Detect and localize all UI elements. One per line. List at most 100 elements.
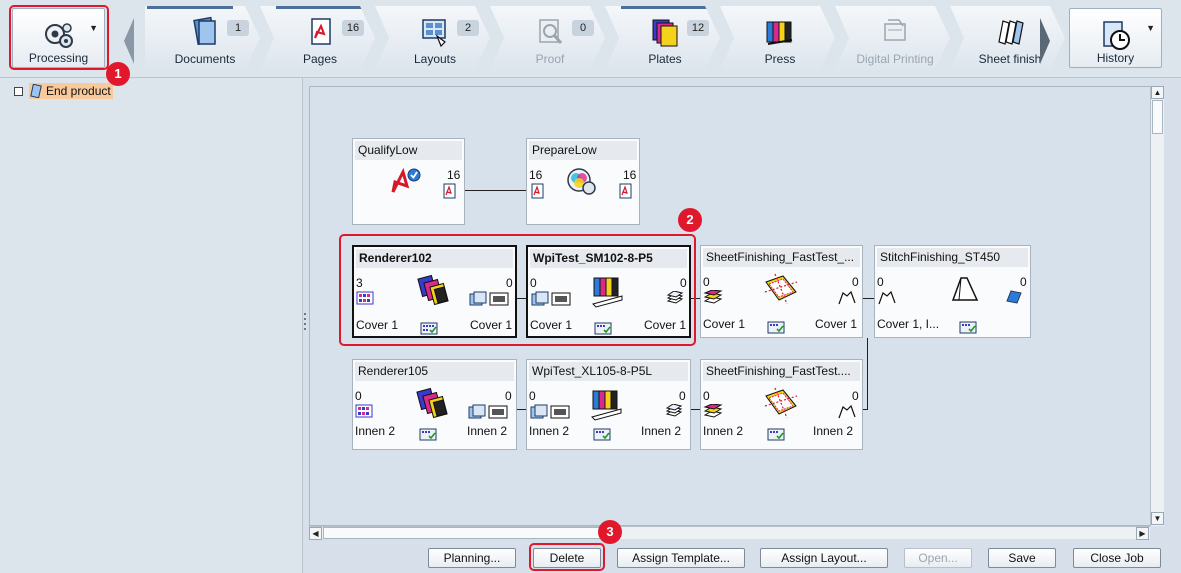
save-button[interactable]: Save (988, 548, 1056, 568)
plates-output-icon (468, 404, 508, 419)
status-ok-icon (767, 321, 785, 334)
close-job-button[interactable]: Close Job (1073, 548, 1161, 568)
horizontal-scroll-thumb[interactable] (323, 527, 613, 539)
tab-label: Plates (648, 52, 682, 66)
history-dropdown-caret-icon[interactable]: ▼ (1146, 23, 1155, 33)
highlight-delete (529, 543, 605, 571)
tab-label: Documents (174, 52, 236, 66)
sheet-stack-icon (665, 404, 683, 417)
process-node-sheetfinishing-1[interactable]: SheetFinishing_FastTest_... 0 0 Cover 1 … (700, 245, 863, 338)
node-out-count: 0 (852, 389, 859, 403)
scroll-down-icon[interactable]: ▼ (1151, 512, 1164, 525)
tab-label: Layouts (413, 52, 457, 66)
folded-sheet-icon (838, 404, 856, 419)
tab-layouts[interactable]: 2 Layouts (375, 6, 490, 70)
tab-press[interactable]: Press (720, 6, 835, 70)
tab-label: Proof (535, 52, 565, 66)
history-button[interactable]: ▼ History (1069, 8, 1162, 68)
assign-template-button[interactable]: Assign Template... (617, 548, 745, 568)
node-title: StitchFinishing_ST450 (877, 248, 1028, 267)
node-in-count: 0 (703, 389, 710, 403)
horizontal-scrollbar[interactable]: ◀ ▶ (309, 526, 1150, 540)
process-node-sheetfinishing-2[interactable]: SheetFinishing_FastTest.... 0 0 Innen 2 … (700, 359, 863, 450)
planning-button[interactable]: Planning... (428, 548, 516, 568)
node-in-count: 0 (355, 389, 362, 403)
tab-label: Pages (302, 52, 338, 66)
sheet-fold-icon (764, 387, 798, 419)
process-node-stitchfinishing[interactable]: StitchFinishing_ST450 0 0 Cover 1, I... (874, 245, 1031, 338)
tab-count-badge: 0 (572, 20, 594, 36)
nav-right-arrow-icon[interactable] (1036, 12, 1054, 70)
connector-line (464, 190, 526, 191)
sheet-stack-icon (703, 290, 723, 304)
process-node-wpitest-xl105[interactable]: WpiTest_XL105-8-P5L 0 0 Innen 2 Innen 2 (526, 359, 691, 450)
color-prepare-icon (567, 168, 596, 195)
splitter-grip[interactable] (303, 310, 307, 334)
pdf-qualify-icon (391, 167, 421, 193)
node-in-count: 0 (877, 275, 884, 289)
main-toolbar: ▼ Processing 1 Documents 16 Pages 2 Layo… (0, 0, 1181, 78)
product-tree-panel: End product (0, 78, 303, 573)
tab-proof[interactable]: 0 Proof (490, 6, 605, 70)
tree-item-selection[interactable]: End product (29, 83, 113, 99)
node-in-count: 0 (529, 389, 536, 403)
nav-left-arrow-icon[interactable] (120, 12, 138, 70)
vertical-scroll-thumb[interactable] (1152, 100, 1163, 134)
scroll-up-icon[interactable]: ▲ (1151, 86, 1164, 99)
stitch-booklet-icon (951, 277, 979, 301)
node-in-label: Innen 2 (529, 424, 570, 438)
tab-documents[interactable]: 1 Documents (145, 6, 260, 70)
vertical-scrollbar[interactable]: ▲ ▼ (1150, 86, 1164, 526)
node-out-count: 16 (623, 168, 637, 182)
tab-plates[interactable]: 12 Plates (605, 6, 720, 70)
tab-digital-printing[interactable]: Digital Printing (835, 6, 950, 70)
plates-icon (652, 19, 678, 47)
assign-layout-button[interactable]: Assign Layout... (760, 548, 888, 568)
open-button[interactable]: Open... (904, 548, 972, 568)
highlight-selected-nodes (339, 234, 696, 346)
tree-item-checkbox[interactable] (14, 86, 23, 96)
node-out-count: 0 (505, 389, 512, 403)
tab-pages[interactable]: 16 Pages (260, 6, 375, 70)
folded-sheet-icon (838, 290, 856, 305)
tab-count-badge: 16 (342, 20, 364, 36)
tab-label: Digital Printing (856, 52, 934, 66)
node-in-label: Innen 2 (703, 424, 744, 438)
tab-count-badge: 12 (687, 20, 709, 36)
tree-item-label: End product (46, 84, 111, 98)
node-title: SheetFinishing_FastTest.... (703, 362, 860, 381)
plates-input-icon (530, 404, 570, 419)
process-node-qualifylow[interactable]: QualifyLow 16 (352, 138, 465, 225)
end-product-icon (30, 84, 42, 98)
node-out-count: 0 (679, 389, 686, 403)
node-title: QualifyLow (355, 141, 462, 160)
node-title: Renderer105 (355, 362, 514, 381)
node-out-label: Innen 2 (813, 424, 854, 438)
press-icon (766, 21, 793, 45)
tree-item-end-product[interactable]: End product (14, 82, 113, 100)
step-badge-2: 2 (678, 208, 702, 232)
status-ok-icon (959, 321, 977, 334)
finished-book-icon (1006, 290, 1022, 304)
node-out-count: 0 (852, 275, 859, 289)
node-title: WpiTest_XL105-8-P5L (529, 362, 688, 381)
node-in-count: 0 (703, 275, 710, 289)
node-title: SheetFinishing_FastTest_... (703, 248, 860, 267)
process-node-preparelow[interactable]: PrepareLow 16 16 (526, 138, 640, 225)
layouts-icon (422, 19, 446, 48)
process-node-renderer105[interactable]: Renderer105 0 0 Innen 2 Innen 2 (352, 359, 517, 450)
press-machine-icon (591, 390, 622, 421)
node-in-label: Innen 2 (355, 424, 396, 438)
layout-grid-icon (355, 404, 373, 418)
tab-count-badge: 2 (457, 20, 479, 36)
sheet-fold-icon (764, 273, 798, 305)
node-out-label: Innen 2 (641, 424, 682, 438)
pdf-page-icon (619, 183, 632, 199)
connector-line (867, 338, 868, 410)
connector-line (517, 409, 526, 410)
scroll-right-icon[interactable]: ▶ (1136, 527, 1149, 540)
scroll-left-icon[interactable]: ◀ (309, 527, 322, 540)
step-badge-3: 3 (598, 520, 622, 544)
digital-printing-icon (884, 19, 906, 41)
tab-label: Press (764, 52, 796, 66)
